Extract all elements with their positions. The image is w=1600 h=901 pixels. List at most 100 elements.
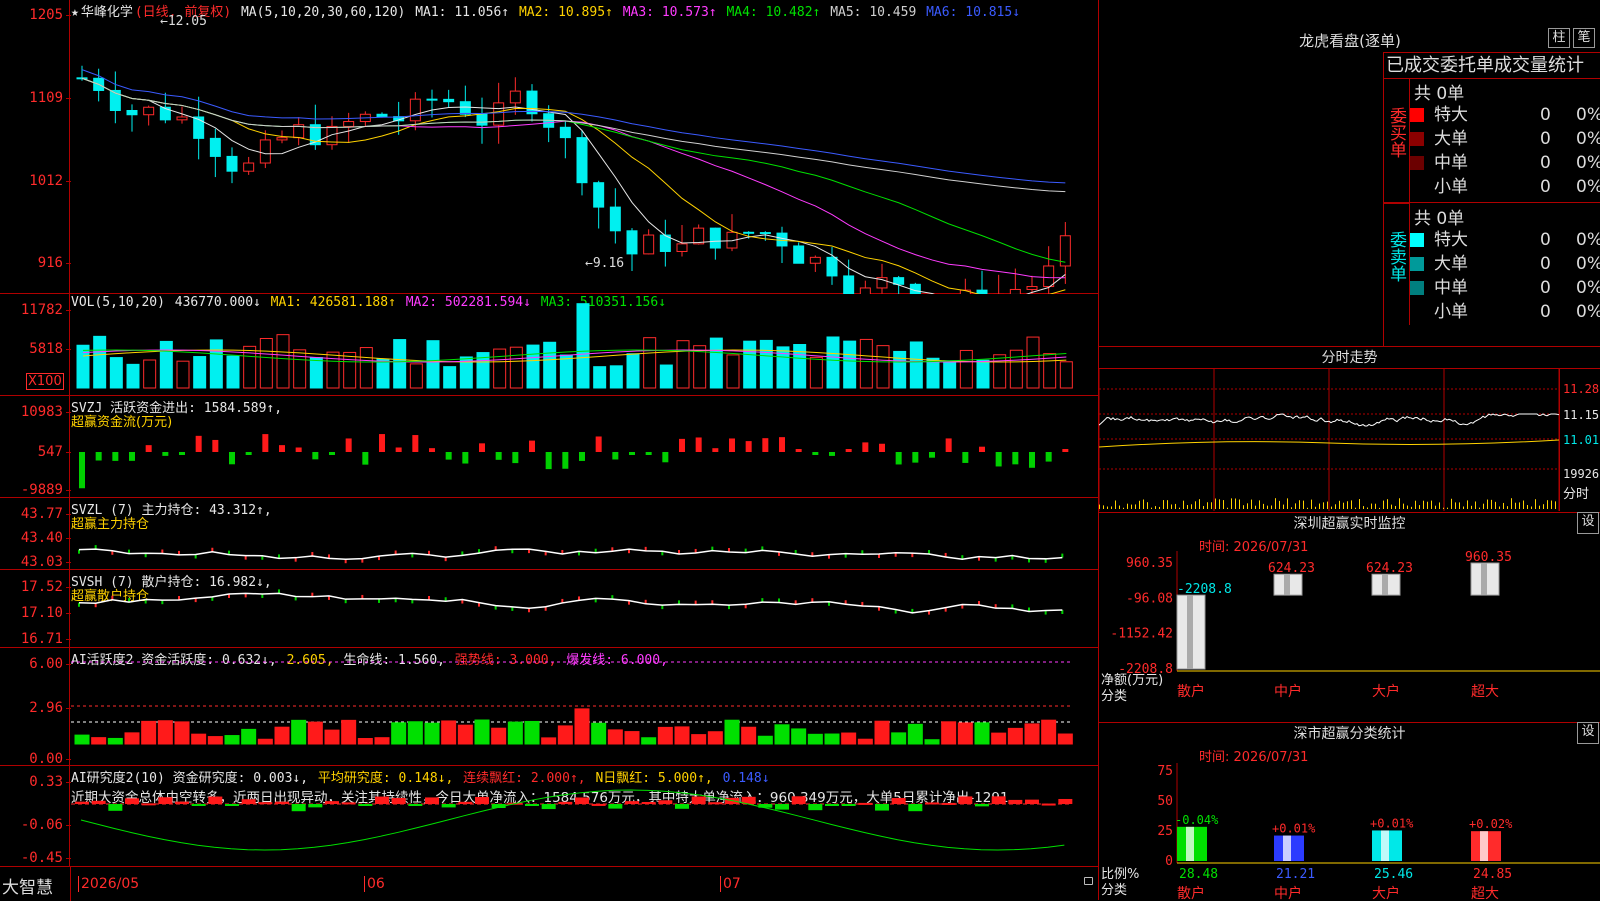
monitor-category: 超大 [1471,684,1499,700]
intraday-panel[interactable]: 分时走势 11.28 11.15 11.01 19926 分时 [1098,346,1600,512]
intraday-vol-bar [1287,498,1288,509]
research-bar [191,804,206,806]
intraday-vol-bar [1191,504,1192,509]
volume-bar [1059,361,1073,389]
flow-bar [979,446,985,452]
intraday-vol-bar [1503,502,1504,509]
intraday-vol-bar [1163,500,1164,509]
activity-bar [257,738,273,745]
research-bar [708,802,723,805]
flow-bar [229,452,235,465]
intraday-vol-bar [1259,500,1260,509]
classify-bar [1274,835,1304,861]
volume-bar [976,359,990,389]
candle [576,137,588,184]
ai-research-tick: 0.33 [29,774,71,790]
intraday-vol-bar [1103,505,1104,509]
candlestick-chart[interactable] [71,0,1098,294]
research-bar [125,798,139,804]
svsh-tick: 16.71 [20,631,72,647]
intraday-vol-bar [1535,499,1536,509]
flow-bar [1062,449,1069,452]
svzl-tick: 43.03 [20,554,72,570]
intraday-vol-bar [1427,501,1428,509]
candle [426,98,438,101]
research-bar [391,797,406,804]
classify-category: 散户 [1177,885,1205,901]
intraday-vol-bar [1271,505,1272,509]
flow-bar [962,452,969,463]
intraday-vol-bar [1499,506,1500,509]
volume-bar [676,340,690,389]
intraday-vol-bar [1403,503,1404,509]
intraday-vol-bar [1375,503,1376,509]
flow-bar [929,452,935,458]
flow-bar [145,445,152,452]
color-swatch [1410,132,1424,146]
activity-bar [691,734,707,745]
activity-bar [991,732,1007,745]
intraday-vol-bar [1367,507,1368,509]
color-swatch [1410,156,1424,170]
monitor-panel: 深圳超赢实时监控 设 时间: 2026/07/31 960.35 -96.08 -1… [1098,512,1600,722]
volume-bar [309,357,323,389]
ai-research-panel[interactable]: 0.33 -0.06 -0.45 AI研究度2(10) 资金研究度: 0.003… [0,766,1098,866]
research-bar [208,796,223,804]
research-bar [658,800,673,804]
activity-bar [524,720,540,745]
intraday-vol-bar [1303,500,1304,509]
intraday-vol-bar [1555,501,1556,509]
bar-mode-button[interactable]: 柱 [1548,28,1570,48]
intraday-vol-bar [1159,506,1160,509]
flow-bar [112,452,119,461]
brand-label[interactable]: 大智慧 [2,873,53,898]
lock-icon[interactable] [1084,877,1093,885]
intraday-tick: 11.01 [1563,433,1600,447]
intraday-vol-bar [1279,500,1280,509]
flow-bar [645,452,652,455]
intraday-vol-bar [1363,506,1364,509]
svsh-line [78,589,1064,615]
flow-bar [1045,452,1052,462]
svzj-panel[interactable]: 10983 547 -9889 SVZJ 活跃资金进出: 1584.589↑, … [0,396,1098,498]
intraday-vol-bar [1215,498,1216,509]
activity-bar [707,731,723,745]
volume-panel[interactable]: 11782 5818 X100 VOL(5,10,20) 436770.000↓… [0,294,1098,396]
research-bar [575,797,589,804]
order-pct: 0% [1576,230,1600,250]
svzl-tick: 43.40 [20,530,72,546]
candle [626,230,638,255]
lhb-subtitle: 已成交委托单成交量统计 [1384,53,1600,79]
volume-unit[interactable]: X100 [26,373,64,390]
research-bar [525,804,539,806]
intraday-vol-bar [1115,500,1116,509]
research-bar [875,804,889,811]
intraday-vol-bar [1531,506,1532,509]
activity-bar [374,737,390,745]
svzl-panel[interactable]: 43.77 43.40 43.03 SVZL (7) 主力持仓: 43.312↑… [0,498,1098,570]
activity-bar [1024,723,1040,745]
candle [693,227,705,245]
intraday-vol-bar [1339,500,1340,509]
intraday-vol-bar [1251,499,1252,509]
order-count: 0 [1540,278,1551,298]
svsh-panel[interactable]: 17.52 17.10 16.71 SVSH (7) 散户持仓: 16.982↓… [0,570,1098,648]
intraday-time-label: 分时 [1563,487,1590,502]
research-bar [958,796,973,804]
flow-bar [562,452,569,469]
candle [143,106,155,116]
intraday-vol-bar [1395,505,1396,509]
kline-panel[interactable]: 1205 1109 1012 916 ★ 华峰化学 (日线, 前复权) MA(5,1… [0,0,1098,294]
ai-active-panel[interactable]: 6.00 2.96 0.00 AI活跃度2 资金活跃度: 0.632↓, 2.6… [0,648,1098,767]
research-bar [558,801,573,804]
monitor-bar [1176,594,1206,670]
volume-bar [226,355,240,389]
intraday-vol-bar [1203,505,1204,509]
volume-axis: 11782 5818 X100 [0,294,72,395]
tick-mode-button[interactable]: 笔 [1573,28,1595,48]
volume-bar [543,341,557,389]
svzj-tick: -9889 [20,482,72,498]
bar-shade [1283,835,1291,861]
monitor-value: 960.35 [1465,550,1512,565]
volume-bar [109,357,123,389]
